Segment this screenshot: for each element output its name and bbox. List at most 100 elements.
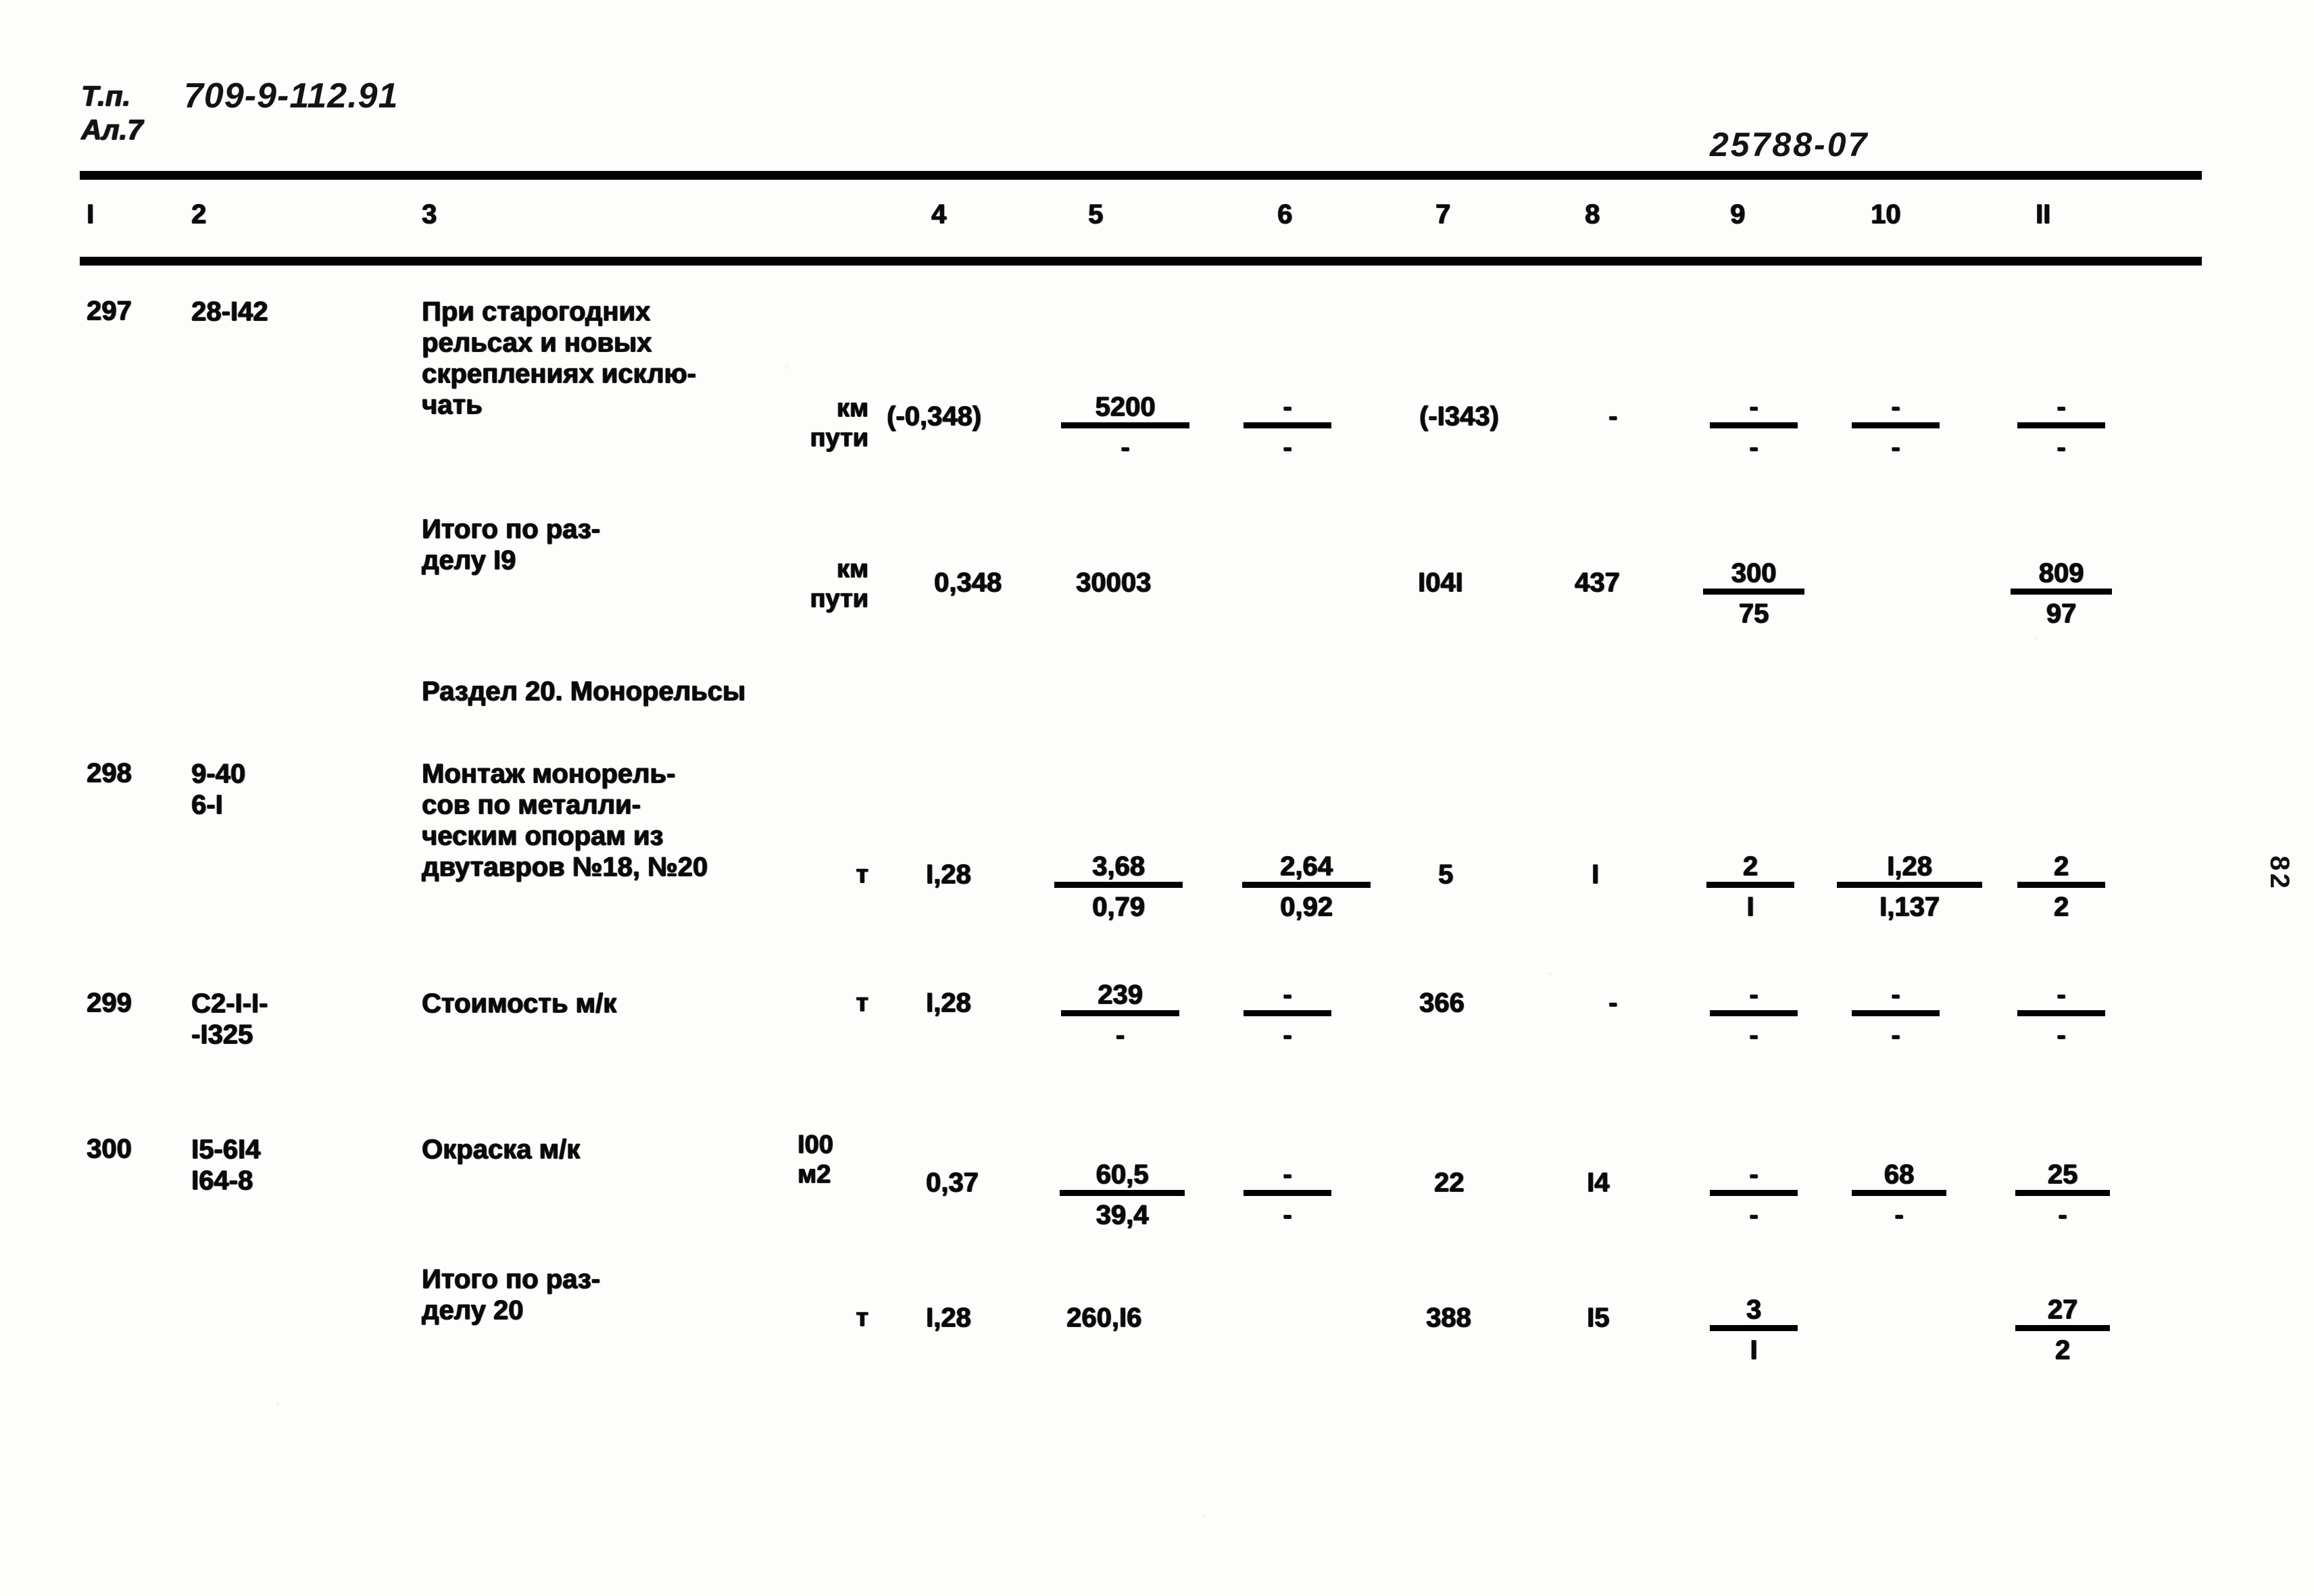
cell-col4: I,28 <box>926 859 971 889</box>
cell-col7: (-I343) <box>1419 401 1499 431</box>
cell-col5: 30003 <box>1076 568 1152 597</box>
column-header-6: 6 <box>1277 199 1293 229</box>
cell-col8: - <box>1608 401 1618 431</box>
cell-col11-numerator: 2 <box>2017 853 2105 888</box>
cell-col8: I4 <box>1587 1168 1610 1197</box>
cell-col9-denominator: I <box>1750 1335 1758 1365</box>
cell-col5-numerator: 5200 <box>1061 393 1189 428</box>
column-header-5: 5 <box>1088 199 1104 229</box>
table-row: 298 <box>87 758 132 788</box>
cell-col8: I <box>1592 859 1600 889</box>
cell-col11-denominator: - <box>2058 1200 2067 1230</box>
row-description: Окраска м/к <box>422 1134 581 1164</box>
cell-col6-numerator: - <box>1244 1161 1331 1196</box>
column-header-2: 2 <box>191 199 207 229</box>
cell-col9-denominator: - <box>1749 1020 1758 1050</box>
row-description: Итого по раз- делу I9 <box>422 514 601 575</box>
row-description: При старогодних рельсах и новых скреплен… <box>422 297 696 420</box>
cell-col11-denominator: 2 <box>2054 1335 2071 1365</box>
table-row: 300 <box>87 1134 132 1164</box>
column-header-9: 9 <box>1730 199 1746 229</box>
cell-col7: 388 <box>1426 1303 1471 1332</box>
column-header-10: 10 <box>1871 199 1901 229</box>
cell-col8: 437 <box>1575 568 1620 597</box>
cell-col5: 3,68 0,79 <box>1054 853 1183 920</box>
cell-col11-numerator: 809 <box>2011 559 2112 595</box>
cell-col11-numerator: 27 <box>2015 1296 2110 1331</box>
section-title: Раздел 20. Монорельсы <box>422 676 746 706</box>
cell-col9: 300 75 <box>1703 559 1804 627</box>
table-row: 299 <box>87 988 132 1018</box>
cell-col6-numerator: - <box>1244 981 1331 1016</box>
cell-col11: - - <box>2017 981 2105 1049</box>
cell-col6: - - <box>1244 1161 1331 1228</box>
row-description: Монтаж монорель- сов по металли- ческим … <box>422 759 708 882</box>
cell-col5-numerator: 3,68 <box>1054 853 1183 888</box>
project-code: 709-9-112.91 <box>184 76 399 116</box>
column-header-4: 4 <box>931 199 947 229</box>
cell-col11-numerator: - <box>2017 393 2105 428</box>
cell-col7: 22 <box>1434 1168 1464 1197</box>
cell-col5-denominator: 0,79 <box>1092 892 1145 922</box>
cell-col6: 2,64 0,92 <box>1242 853 1371 920</box>
cell-col7: 366 <box>1419 988 1464 1018</box>
row-code: 28-I42 <box>191 297 268 326</box>
cell-col10-denominator: I,137 <box>1879 892 1940 922</box>
row-unit: км пути <box>810 555 868 613</box>
cell-col9: 2 I <box>1706 853 1794 920</box>
cell-col9-numerator: 3 <box>1710 1296 1798 1331</box>
row-code: I5-6I4 I64-8 <box>191 1134 261 1195</box>
cell-col9: - - <box>1710 981 1798 1049</box>
document-page: Т.п. Ал.7 709-9-112.91 25788-07 I 2 3 4 … <box>0 0 2314 1596</box>
cell-col9-numerator: - <box>1710 981 1798 1016</box>
cell-col6-numerator: 2,64 <box>1242 853 1371 888</box>
cell-col5-denominator: - <box>1121 432 1130 462</box>
cell-col10: - - <box>1852 393 1940 461</box>
table-row: 297 <box>87 296 132 326</box>
cell-col10-denominator: - <box>1891 1020 1900 1050</box>
cell-col10-numerator: I,28 <box>1837 853 1982 888</box>
cell-col5-numerator: 239 <box>1061 981 1179 1016</box>
document-type-label: Т.п. <box>81 80 131 111</box>
row-unit: т <box>856 1303 868 1332</box>
row-unit: т <box>856 860 868 889</box>
cell-col11-denominator: 97 <box>2046 599 2077 628</box>
cell-col10-denominator: - <box>1894 1200 1904 1230</box>
cell-col6: - - <box>1244 981 1331 1049</box>
album-label: Ал.7 <box>81 114 143 145</box>
cell-col6-denominator: - <box>1283 432 1292 462</box>
cell-col5-numerator: 60,5 <box>1060 1161 1185 1196</box>
cell-col7: I04I <box>1418 568 1463 597</box>
cell-col5: 260,I6 <box>1066 1303 1142 1332</box>
cell-col11: 809 97 <box>2011 559 2112 627</box>
cell-col11-denominator: - <box>2057 432 2066 462</box>
cell-col10-numerator: 68 <box>1852 1161 1946 1196</box>
cell-col5: 5200 - <box>1061 393 1189 461</box>
cell-col9-denominator: I <box>1746 892 1754 922</box>
cell-col6-denominator: 0,92 <box>1280 892 1333 922</box>
cell-col11: 27 2 <box>2015 1296 2110 1364</box>
cell-col10-denominator: - <box>1891 432 1900 462</box>
cell-col11: 2 2 <box>2017 853 2105 920</box>
row-description: Стоимость м/к <box>422 989 617 1018</box>
row-description: Итого по раз- делу 20 <box>422 1264 601 1325</box>
cell-col9-numerator: - <box>1710 393 1798 428</box>
cell-col5: 60,5 39,4 <box>1060 1161 1185 1228</box>
cell-col6-numerator: - <box>1244 393 1331 428</box>
cell-col9-numerator: 2 <box>1706 853 1794 888</box>
cell-col9: - - <box>1710 393 1798 461</box>
row-unit: I00 м2 <box>797 1130 833 1189</box>
cell-col11-denominator: 2 <box>2053 892 2069 922</box>
cell-col9-denominator: - <box>1749 432 1758 462</box>
cell-col4: 0,37 <box>926 1168 979 1197</box>
cell-col5-denominator: 39,4 <box>1096 1200 1149 1230</box>
cell-col11-denominator: - <box>2057 1020 2066 1050</box>
cell-col4: I,28 <box>926 1303 971 1332</box>
cell-col10: 68 - <box>1852 1161 1946 1228</box>
archive-stamp: 25788-07 <box>1710 126 1869 164</box>
row-unit: км пути <box>810 394 868 452</box>
cell-col10-numerator: - <box>1852 981 1940 1016</box>
cell-col10: - - <box>1852 981 1940 1049</box>
cell-col9: 3 I <box>1710 1296 1798 1364</box>
column-header-3: 3 <box>422 199 437 229</box>
